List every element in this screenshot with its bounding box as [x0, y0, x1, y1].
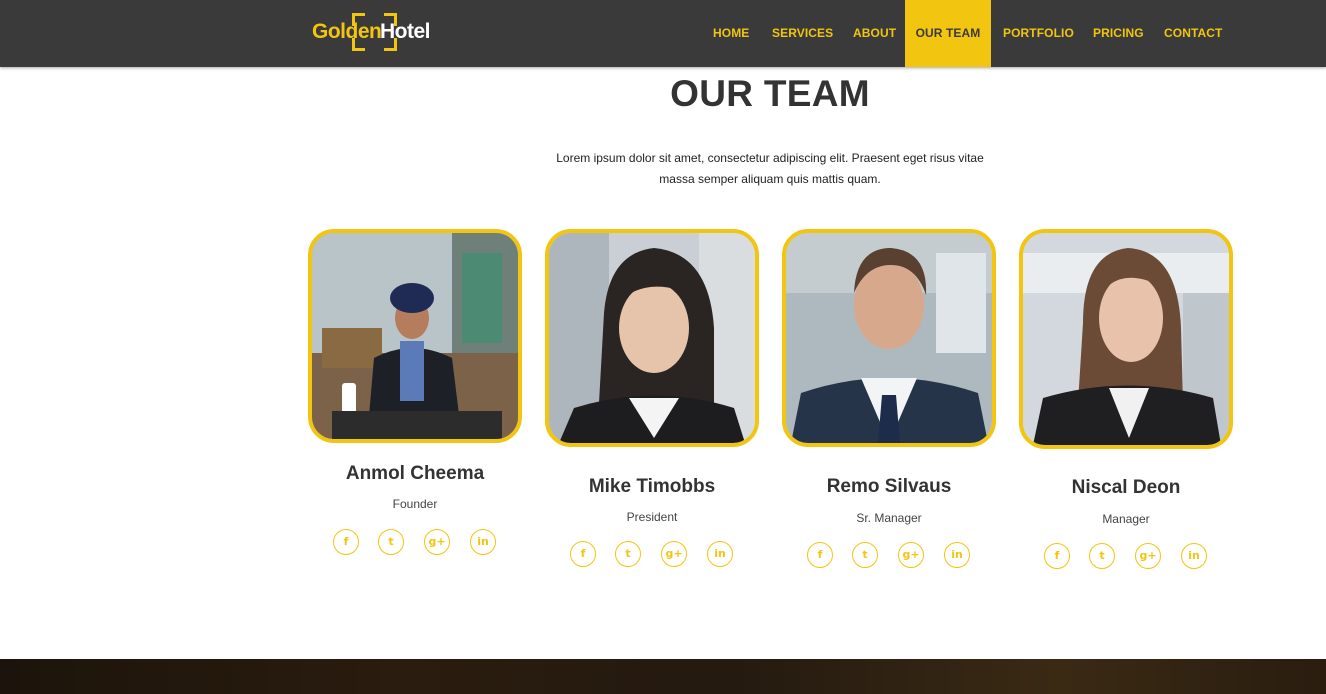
nav-our-team[interactable]: OUR TEAM	[905, 0, 991, 67]
top-navbar: Golden Hotel HOME SERVICES ABOUT OUR TEA…	[0, 0, 1326, 67]
social-links: f t g+ in	[1043, 543, 1213, 571]
facebook-icon[interactable]: f	[1044, 543, 1070, 569]
member-role: Sr. Manager	[856, 511, 922, 525]
twitter-icon[interactable]: t	[615, 541, 641, 567]
member-name: Remo Silvaus	[826, 476, 952, 497]
facebook-icon[interactable]: f	[570, 541, 596, 567]
nav-home[interactable]: HOME	[713, 0, 749, 67]
google-plus-icon[interactable]: g+	[661, 541, 687, 567]
next-section-background	[0, 659, 1326, 694]
brand-word-hotel: Hotel	[380, 20, 431, 43]
brand-logo[interactable]: Golden Hotel	[311, 12, 436, 52]
member-name: Niscal Deon	[1071, 477, 1181, 498]
team-photo	[545, 229, 759, 447]
facebook-icon[interactable]: f	[333, 529, 359, 555]
member-name: Mike Timobbs	[588, 476, 716, 497]
twitter-icon[interactable]: t	[1089, 543, 1115, 569]
social-links: f t g+ in	[806, 542, 976, 570]
member-role: Founder	[392, 497, 438, 511]
facebook-icon[interactable]: f	[807, 542, 833, 568]
social-links: f t g+ in	[332, 529, 502, 557]
nav-services[interactable]: SERVICES	[772, 0, 833, 67]
nav-contact[interactable]: CONTACT	[1164, 0, 1222, 67]
section-title: OUR TEAM	[670, 73, 870, 114]
brand-word-golden: Golden	[312, 20, 382, 43]
team-photo	[308, 229, 522, 443]
member-name: Anmol Cheema	[345, 463, 485, 484]
social-links: f t g+ in	[569, 541, 739, 569]
linkedin-icon[interactable]: in	[470, 529, 496, 555]
nav-pricing[interactable]: PRICING	[1093, 0, 1144, 67]
nav-portfolio[interactable]: PORTFOLIO	[1003, 0, 1074, 67]
google-plus-icon[interactable]: g+	[898, 542, 924, 568]
team-photo	[782, 229, 996, 447]
section-description: Lorem ipsum dolor sit amet, consectetur …	[556, 151, 984, 186]
linkedin-icon[interactable]: in	[944, 542, 970, 568]
nav-about[interactable]: ABOUT	[853, 0, 896, 67]
member-role: President	[626, 510, 678, 524]
twitter-icon[interactable]: t	[378, 529, 404, 555]
google-plus-icon[interactable]: g+	[1135, 543, 1161, 569]
twitter-icon[interactable]: t	[852, 542, 878, 568]
linkedin-icon[interactable]: in	[707, 541, 733, 567]
team-photo	[1019, 229, 1233, 449]
google-plus-icon[interactable]: g+	[424, 529, 450, 555]
linkedin-icon[interactable]: in	[1181, 543, 1207, 569]
member-role: Manager	[1102, 512, 1150, 526]
